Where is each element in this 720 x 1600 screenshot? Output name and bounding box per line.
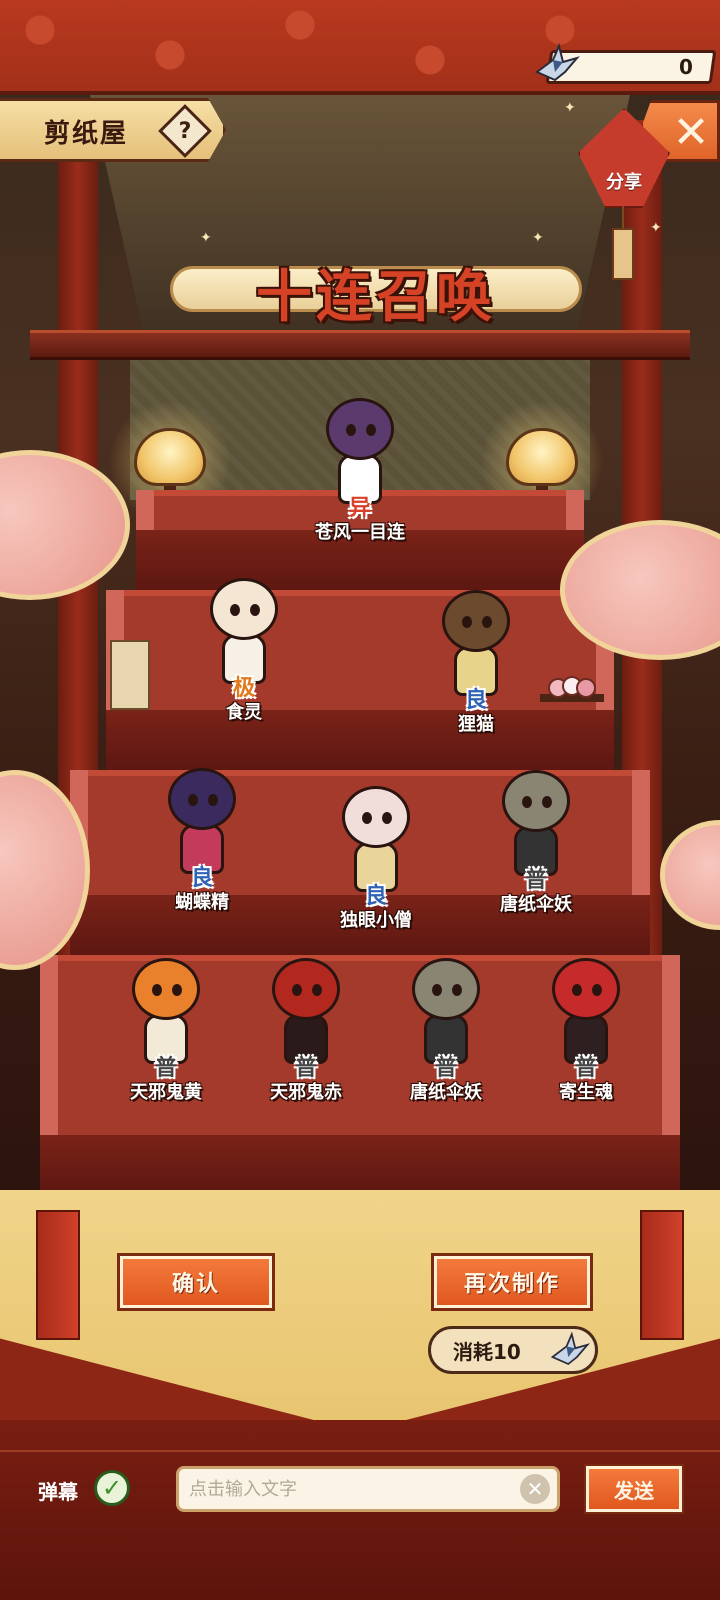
shikigami-card[interactable]: 良蝴蝶精 <box>132 768 272 918</box>
shikigami-card[interactable]: 普唐纸伞妖 <box>376 958 516 1108</box>
lower-gold-area <box>0 1190 720 1430</box>
wooden-sign <box>110 640 150 710</box>
cost-indicator: 消耗10 <box>428 1326 598 1374</box>
sparkle-icon: ✦ <box>200 230 212 246</box>
summon-banner: 十连召唤 <box>170 252 582 330</box>
shikigami-card[interactable]: 异苍风一目连 <box>290 398 430 548</box>
shikigami-card[interactable]: 普唐纸伞妖 <box>466 770 606 920</box>
banner-title: 十连召唤 <box>256 264 496 330</box>
share-label: 分享 <box>606 172 642 193</box>
paper-crane-icon <box>535 42 580 82</box>
shikigami-name: 狸猫 <box>458 714 494 735</box>
danmu-input[interactable] <box>176 1466 560 1512</box>
shikigami-name: 寄生魂 <box>559 1082 613 1103</box>
sparkle-icon: ✦ <box>650 220 662 236</box>
help-icon: ? <box>178 118 192 144</box>
danmu-label: 弹幕 <box>38 1480 78 1504</box>
shikigami-card[interactable]: 极食灵 <box>174 578 314 728</box>
shikigami-card[interactable]: 普天邪鬼黄 <box>96 958 236 1108</box>
remake-button[interactable]: 再次制作 <box>431 1253 593 1311</box>
share-button[interactable]: 分享 <box>568 88 678 288</box>
shrine-beam <box>30 330 690 360</box>
page-title: 剪纸屋 <box>44 119 129 149</box>
shikigami-name: 食灵 <box>226 702 262 723</box>
confirm-button[interactable]: 确认 <box>117 1253 275 1311</box>
shikigami-name: 唐纸伞妖 <box>500 894 572 915</box>
sparkle-icon: ✦ <box>532 230 544 246</box>
cost-label: 消耗10 <box>453 1339 521 1364</box>
currency-value: 0 <box>679 55 693 79</box>
shikigami-name: 独眼小僧 <box>340 910 412 931</box>
clear-input-icon[interactable]: ✕ <box>520 1474 550 1504</box>
shikigami-card[interactable]: 普寄生魂 <box>516 958 656 1108</box>
danmu-toggle[interactable]: ✓ <box>94 1470 130 1506</box>
summon-result-screen: 0 剪纸屋 ? ✕ 分享 十连召唤 ✦ ✦ ✦ ✦ 异苍风一目连极食灵良狸猫良蝴… <box>0 0 720 1600</box>
mochi-plate <box>540 676 604 702</box>
left-banner-flag <box>36 1210 80 1340</box>
send-button[interactable]: 发送 <box>584 1464 684 1514</box>
check-icon: ✓ <box>101 1474 123 1502</box>
paper-crane-icon <box>550 1331 591 1366</box>
shikigami-name: 蝴蝶精 <box>175 892 229 913</box>
shikigami-card[interactable]: 良独眼小僧 <box>306 786 446 936</box>
sparkle-icon: ✦ <box>564 100 576 116</box>
shikigami-card[interactable]: 良狸猫 <box>406 590 546 740</box>
shikigami-card[interactable]: 普天邪鬼赤 <box>236 958 376 1108</box>
shikigami-name: 苍风一目连 <box>315 522 405 543</box>
right-banner-flag <box>640 1210 684 1340</box>
share-tag <box>612 228 634 280</box>
